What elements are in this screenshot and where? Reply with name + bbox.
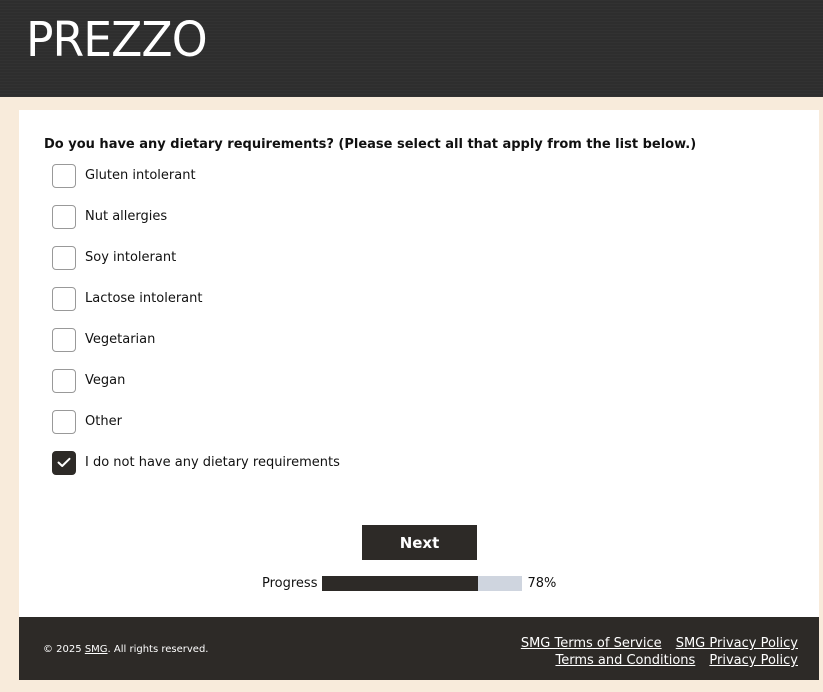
copyright-text: © 2025 SMG. All rights reserved. bbox=[43, 644, 208, 655]
progress-percent: 78% bbox=[527, 575, 557, 591]
option-label: Vegetarian bbox=[85, 332, 156, 347]
site-footer: © 2025 SMG. All rights reserved. SMG Ter… bbox=[19, 617, 819, 680]
option-label: Soy intolerant bbox=[85, 250, 177, 265]
smg-link[interactable]: SMG bbox=[85, 644, 108, 655]
next-button[interactable]: Next bbox=[362, 525, 477, 560]
checkmark-icon bbox=[57, 457, 71, 467]
terms-conditions-link[interactable]: Terms and Conditions bbox=[555, 653, 695, 668]
option-label: I do not have any dietary requirements bbox=[85, 455, 340, 470]
checkbox[interactable] bbox=[52, 409, 76, 434]
privacy-policy-link[interactable]: Privacy Policy bbox=[709, 653, 798, 668]
option-no-requirements[interactable]: I do not have any dietary requirements bbox=[52, 449, 340, 476]
option-label: Vegan bbox=[85, 373, 126, 388]
checkbox[interactable] bbox=[52, 368, 76, 393]
option-vegan[interactable]: Vegan bbox=[52, 367, 340, 394]
copyright-prefix: © 2025 bbox=[43, 644, 85, 655]
checkbox-checked[interactable] bbox=[52, 450, 76, 475]
option-lactose-intolerant[interactable]: Lactose intolerant bbox=[52, 285, 340, 312]
options-list: Gluten intolerant Nut allergies Soy into… bbox=[52, 162, 340, 490]
option-label: Gluten intolerant bbox=[85, 168, 196, 183]
checkbox[interactable] bbox=[52, 286, 76, 311]
progress-bar-fill bbox=[322, 575, 479, 591]
progress-bar bbox=[322, 575, 523, 591]
checkbox[interactable] bbox=[52, 327, 76, 352]
option-soy-intolerant[interactable]: Soy intolerant bbox=[52, 244, 340, 271]
survey-card: Do you have any dietary requirements? (P… bbox=[19, 110, 819, 617]
progress-label: Progress bbox=[262, 575, 318, 591]
option-label: Other bbox=[85, 414, 122, 429]
option-label: Nut allergies bbox=[85, 209, 168, 224]
option-gluten-intolerant[interactable]: Gluten intolerant bbox=[52, 162, 340, 189]
checkbox[interactable] bbox=[52, 245, 76, 270]
question-text: Do you have any dietary requirements? (P… bbox=[44, 137, 697, 152]
prezzo-logo: PREZZO bbox=[26, 12, 208, 68]
footer-links-row-2: Terms and Conditions Privacy Policy bbox=[546, 649, 798, 668]
checkbox[interactable] bbox=[52, 204, 76, 229]
copyright-suffix: . All rights reserved. bbox=[107, 644, 209, 655]
option-nut-allergies[interactable]: Nut allergies bbox=[52, 203, 340, 230]
checkbox[interactable] bbox=[52, 163, 76, 188]
site-header: PREZZO bbox=[0, 0, 823, 97]
option-label: Lactose intolerant bbox=[85, 291, 203, 306]
progress-indicator: Progress 78% bbox=[262, 575, 556, 591]
option-vegetarian[interactable]: Vegetarian bbox=[52, 326, 340, 353]
option-other[interactable]: Other bbox=[52, 408, 340, 435]
